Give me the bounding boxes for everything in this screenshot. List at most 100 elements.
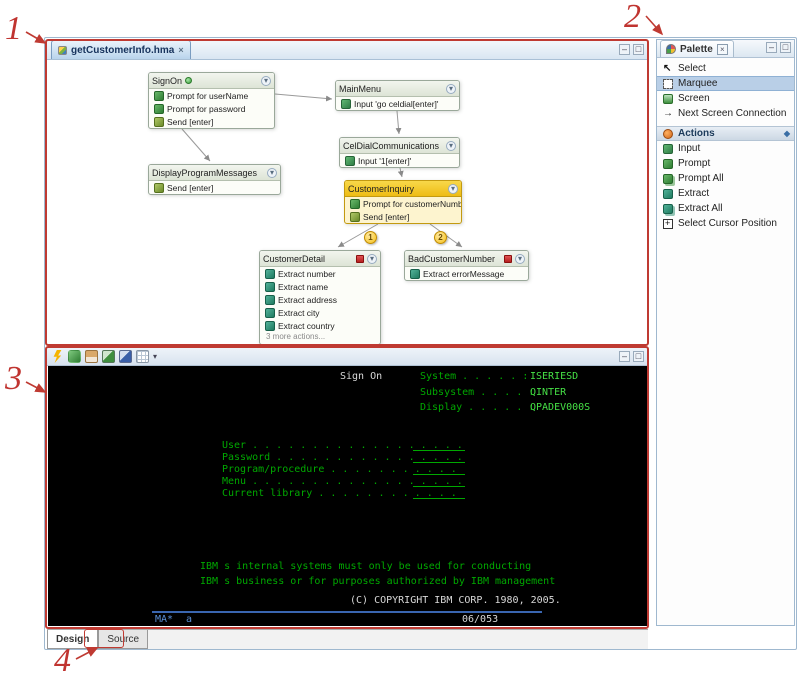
host-screen[interactable]: Sign On System . . . . . : ISERIESD Subs…: [48, 366, 647, 626]
oia-status: MA*: [155, 614, 173, 625]
flow-node-celdialcommunications[interactable]: CelDialCommunications ▾ Input '1[enter]': [339, 137, 460, 168]
palette-item-marquee[interactable]: Marquee: [657, 76, 794, 91]
action-item[interactable]: Extract address: [260, 293, 380, 306]
minimize-icon[interactable]: –: [619, 351, 630, 362]
palette-item-extract[interactable]: Extract: [657, 186, 794, 201]
eraser-icon[interactable]: [85, 350, 98, 363]
action-item[interactable]: Extract country: [260, 319, 380, 332]
action-item[interactable]: Prompt for password: [149, 102, 274, 115]
action-item[interactable]: Extract errorMessage: [405, 267, 528, 280]
palette-item-prompt[interactable]: Prompt: [657, 156, 794, 171]
annotation-number-1: 1: [5, 12, 22, 46]
action-item[interactable]: Prompt for customerNumber: [345, 197, 461, 210]
maximize-icon[interactable]: □: [633, 351, 644, 362]
maximize-icon[interactable]: □: [633, 44, 644, 55]
node-header[interactable]: MainMenu ▾: [336, 81, 459, 97]
pin-icon[interactable]: ◆: [784, 129, 790, 138]
palette-item-next-screen-connection[interactable]: → Next Screen Connection: [657, 106, 794, 121]
lightning-icon[interactable]: [51, 350, 64, 363]
prompt-all-icon: [663, 174, 673, 184]
flow-canvas[interactable]: SignOn ▾ Prompt for userName Prompt for …: [48, 60, 647, 346]
palette-tab[interactable]: Palette ×: [660, 40, 734, 57]
action-item[interactable]: Send [enter]: [149, 181, 280, 194]
palette-section-actions[interactable]: Actions ◆: [657, 126, 794, 141]
more-actions-link[interactable]: 3 more actions...: [260, 332, 380, 344]
node-header[interactable]: CustomerInquiry ▾: [345, 181, 461, 197]
prompt-icon: [350, 199, 360, 209]
menu-field[interactable]: [413, 476, 465, 487]
library-field[interactable]: [413, 488, 465, 499]
tab-source[interactable]: Source: [98, 630, 148, 649]
palette-item-prompt-all[interactable]: Prompt All: [657, 171, 794, 186]
editor-tab[interactable]: getCustomerInfo.hma ×: [51, 40, 191, 59]
macro-file-icon: [58, 46, 67, 55]
node-header[interactable]: DisplayProgramMessages ▾: [149, 165, 280, 181]
annotation-number-3: 3: [5, 362, 22, 396]
action-item[interactable]: Input 'go celdial[enter]': [336, 97, 459, 110]
extract-icon: [410, 269, 420, 279]
flow-node-customerinquiry[interactable]: CustomerInquiry ▾ Prompt for customerNum…: [344, 180, 462, 224]
annotation-number-4: 4: [54, 644, 71, 678]
user-field[interactable]: [413, 440, 465, 451]
action-item[interactable]: Extract city: [260, 306, 380, 319]
palette-icon: [666, 44, 676, 54]
error-icon: [356, 255, 364, 263]
flow-node-displayprogrammessages[interactable]: DisplayProgramMessages ▾ Send [enter]: [148, 164, 281, 195]
palette-item-label: Extract: [678, 188, 709, 199]
action-item[interactable]: Send [enter]: [345, 210, 461, 223]
marquee-icon: [663, 79, 673, 89]
blue-pen-icon[interactable]: [119, 350, 132, 363]
copyright-line: (C) COPYRIGHT IBM CORP. 1980, 2005.: [350, 595, 561, 606]
chevron-down-icon[interactable]: ▾: [261, 76, 271, 86]
dropdown-arrow-icon[interactable]: ▾: [153, 352, 157, 361]
palette-panel: Palette × – □ ↖ Select Marquee Screen → …: [656, 39, 795, 626]
flow-node-mainmenu[interactable]: MainMenu ▾ Input 'go celdial[enter]': [335, 80, 460, 111]
run-icon[interactable]: [68, 350, 81, 363]
status-dot-icon: [185, 77, 192, 84]
node-header[interactable]: CelDialCommunications ▾: [340, 138, 459, 154]
action-item[interactable]: Prompt for userName: [149, 89, 274, 102]
palette-item-extract-all[interactable]: Extract All: [657, 201, 794, 216]
chevron-down-icon[interactable]: ▾: [446, 141, 456, 151]
maximize-icon[interactable]: □: [780, 42, 791, 53]
node-title: SignOn: [152, 76, 182, 86]
chevron-down-icon[interactable]: ▾: [267, 168, 277, 178]
detach-icon[interactable]: ×: [717, 44, 728, 55]
flow-node-customerdetail[interactable]: CustomerDetail ▾ Extract number Extract …: [259, 250, 381, 345]
close-icon[interactable]: ×: [178, 45, 183, 55]
action-item[interactable]: Extract name: [260, 280, 380, 293]
cursor-position-icon: [663, 219, 673, 229]
palette-item-select[interactable]: ↖ Select: [657, 61, 794, 76]
node-title: CelDialCommunications: [343, 141, 439, 151]
palette-item-select-cursor-position[interactable]: Select Cursor Position: [657, 216, 794, 231]
prompt-icon: [154, 104, 164, 114]
notice-line: IBM s business or for purposes authorize…: [200, 576, 555, 587]
minimize-icon[interactable]: –: [619, 44, 630, 55]
action-item[interactable]: Send [enter]: [149, 115, 274, 128]
action-label: Input '1[enter]': [358, 156, 411, 166]
chevron-down-icon[interactable]: ▾: [367, 254, 377, 264]
palette-item-label: Select: [678, 63, 706, 74]
node-title: MainMenu: [339, 84, 381, 94]
chevron-down-icon[interactable]: ▾: [446, 84, 456, 94]
action-item[interactable]: Input '1[enter]': [340, 154, 459, 167]
palette-item-screen[interactable]: Screen: [657, 91, 794, 106]
annotation-number-2: 2: [624, 0, 641, 34]
program-field[interactable]: [413, 464, 465, 475]
node-header[interactable]: SignOn ▾: [149, 73, 274, 89]
palette-item-input[interactable]: Input: [657, 141, 794, 156]
minimize-icon[interactable]: –: [766, 42, 777, 53]
chevron-down-icon[interactable]: ▾: [515, 254, 525, 264]
error-icon: [504, 255, 512, 263]
chevron-down-icon[interactable]: ▾: [448, 184, 458, 194]
palette-item-label: Next Screen Connection: [678, 108, 786, 119]
node-header[interactable]: BadCustomerNumber ▾: [405, 251, 528, 267]
password-field[interactable]: [413, 452, 465, 463]
flow-node-badcustomernumber[interactable]: BadCustomerNumber ▾ Extract errorMessage: [404, 250, 529, 281]
table-icon[interactable]: [136, 350, 149, 363]
green-pen-icon[interactable]: [102, 350, 115, 363]
flow-node-signon[interactable]: SignOn ▾ Prompt for userName Prompt for …: [148, 72, 275, 129]
extract-all-icon: [663, 204, 673, 214]
action-item[interactable]: Extract number: [260, 267, 380, 280]
node-header[interactable]: CustomerDetail ▾: [260, 251, 380, 267]
